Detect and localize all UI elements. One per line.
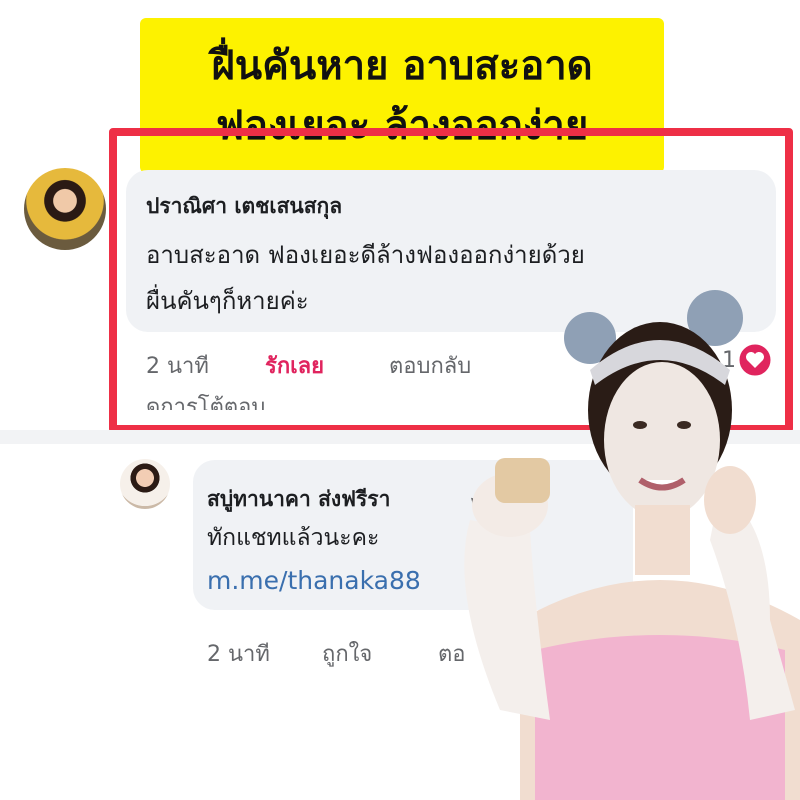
reply-text: ทักแชทแล้วนะคะ [207,525,380,551]
avatar[interactable] [24,168,106,250]
headline-line-1: ฝื่นคันหาย อาบสะอาด [211,42,593,89]
like-button[interactable]: ถูกใจ [322,636,372,671]
reply-time: 2 นาที [207,642,270,667]
model-photo [464,290,800,800]
messenger-link[interactable]: m.me/thanaka88 [207,566,421,595]
page-avatar[interactable] [120,459,170,509]
reply-author-name: สบู่ทานาคา ส่งฟรีรา [207,487,391,511]
